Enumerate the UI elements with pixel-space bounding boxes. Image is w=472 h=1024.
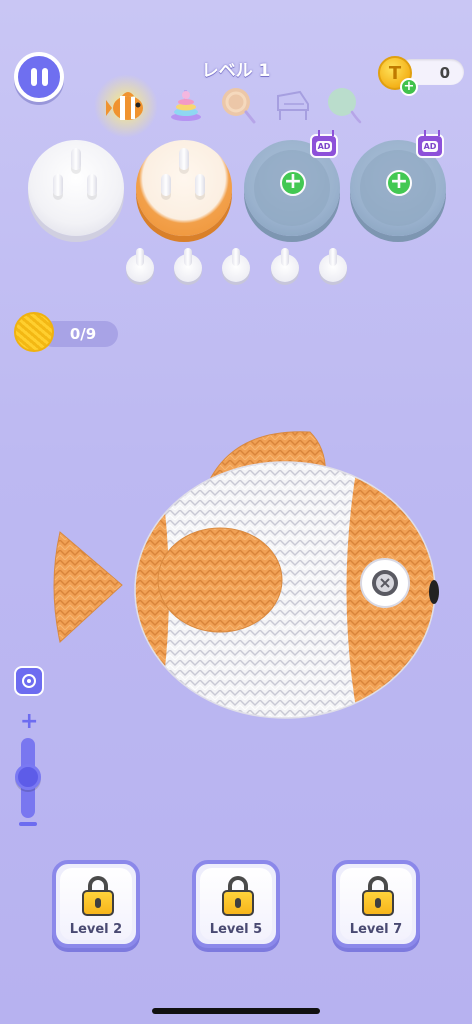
spool-slot-locked-1[interactable]: + AD — [244, 134, 340, 236]
clownfish-icon — [94, 74, 158, 138]
ad-tv-icon: AD — [416, 134, 444, 158]
level-card-label: Level 7 — [349, 922, 403, 937]
level-card-label: Level 5 — [209, 922, 263, 937]
yarn-ball-icon — [14, 312, 54, 352]
balloon-icon — [322, 84, 366, 128]
lock-icon — [362, 876, 394, 916]
level-card-7[interactable]: Level 7 — [332, 860, 420, 948]
task-icon-bar — [94, 74, 370, 138]
piano-icon — [270, 84, 314, 128]
add-slot-icon[interactable]: + — [280, 170, 306, 196]
yarn-progress-text: 0/9 — [69, 325, 97, 343]
level-card-label: Level 2 — [69, 922, 123, 937]
empty-peg[interactable] — [271, 248, 299, 282]
lock-icon — [82, 876, 114, 916]
yarn-progress: 0/9 — [14, 312, 118, 354]
level-card-2[interactable]: Level 2 — [52, 860, 140, 948]
empty-peg[interactable] — [319, 248, 347, 282]
lock-icon — [222, 876, 254, 916]
level-card-5[interactable]: Level 5 — [192, 860, 280, 948]
spool-slot-1[interactable] — [28, 140, 124, 236]
add-coins-icon[interactable]: + — [400, 78, 418, 96]
spool-slot-2[interactable] — [136, 140, 232, 236]
ad-tv-icon: AD — [310, 134, 338, 158]
knitted-clownfish[interactable] — [40, 420, 450, 730]
empty-peg[interactable] — [174, 248, 202, 282]
spool-slot-locked-2[interactable]: + AD — [350, 134, 446, 236]
zoom-out-icon[interactable] — [19, 822, 37, 826]
recenter-button[interactable] — [14, 666, 44, 696]
add-slot-icon[interactable]: + — [386, 170, 412, 196]
lollipop-icon — [216, 84, 260, 128]
zoom-in-icon[interactable]: + — [20, 711, 38, 733]
empty-peg[interactable] — [126, 248, 154, 282]
coin-count: 0 — [439, 64, 450, 82]
empty-peg[interactable] — [222, 248, 250, 282]
coin-counter[interactable]: 0 T + — [378, 56, 464, 96]
target-icon — [22, 674, 36, 688]
home-indicator[interactable] — [152, 1008, 320, 1014]
zoom-slider-handle[interactable] — [15, 764, 41, 790]
pyramid-toy-icon — [164, 84, 208, 128]
